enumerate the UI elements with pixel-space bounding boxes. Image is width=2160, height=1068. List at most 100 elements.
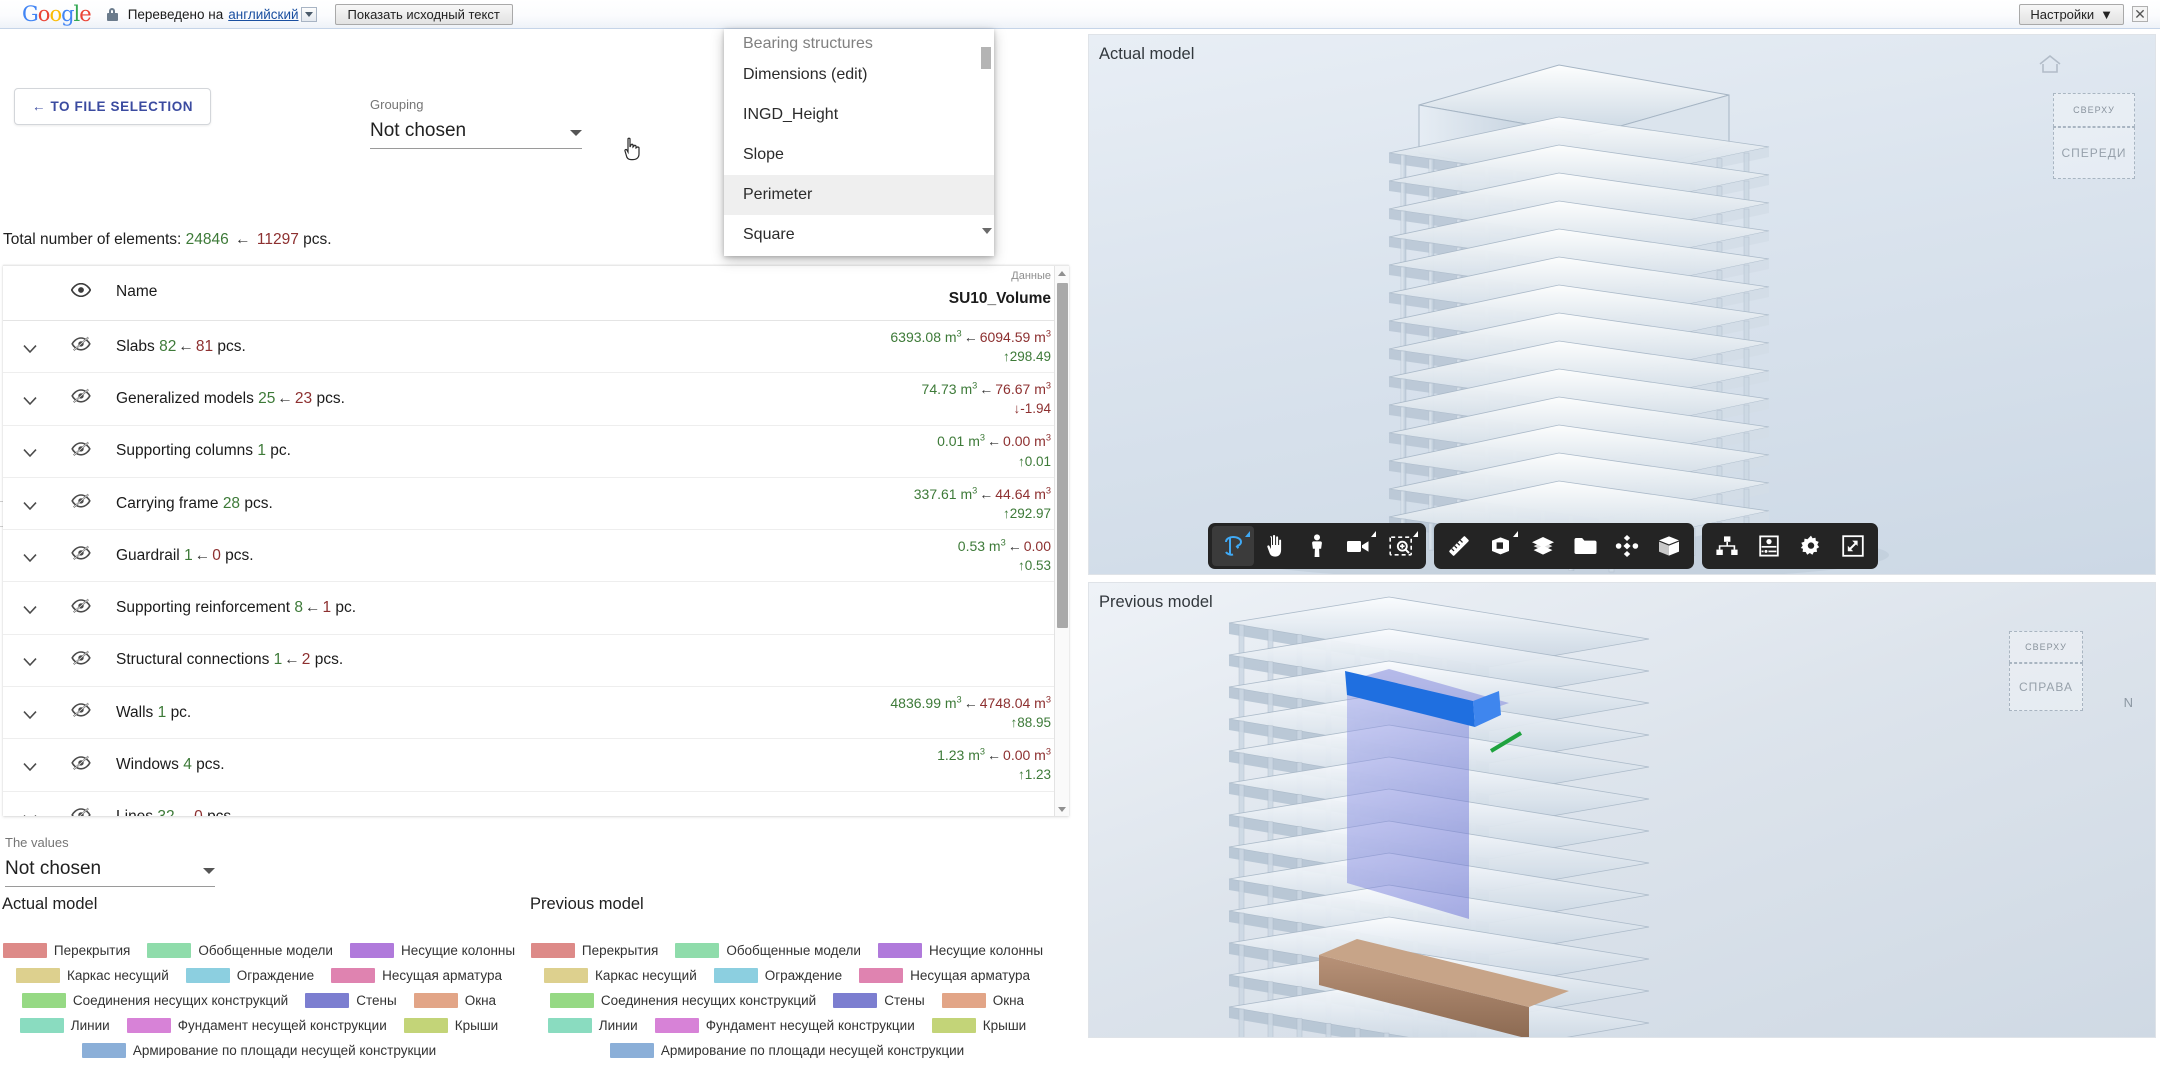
chevron-down-icon[interactable] <box>23 602 35 614</box>
dropdown-item-square[interactable]: Square <box>724 215 994 255</box>
table-row[interactable]: Lines 32←0 pcs. <box>3 792 1069 816</box>
view-cube-top-face-previous[interactable]: СВЕРХУ <box>2009 631 2083 663</box>
viewer-previous-model[interactable]: Previous model <box>1088 582 2156 1038</box>
scrollbar-thumb[interactable] <box>1057 283 1068 628</box>
row-name-cell: Carrying frame 28 pcs. <box>116 495 273 513</box>
home-icon[interactable] <box>2037 53 2063 75</box>
corner-flyout-icon[interactable] <box>1513 531 1518 537</box>
eye-hidden-icon[interactable] <box>71 702 91 723</box>
values-field[interactable]: Not chosen <box>5 858 215 887</box>
close-icon[interactable]: ✕ <box>2132 6 2148 22</box>
eye-hidden-icon[interactable] <box>71 388 91 409</box>
viewer-actual-model[interactable]: Actual model <box>1088 34 2156 575</box>
translate-settings-button[interactable]: Настройки ▼ <box>2019 4 2124 25</box>
row-count-unit: pcs. <box>196 756 224 773</box>
table-row[interactable]: Generalized models 25←23 pcs.74.73 m3←76… <box>3 373 1069 425</box>
dropdown-item-dimensions-edit[interactable]: Dimensions (edit) <box>724 55 994 95</box>
view-cube-top-face[interactable]: СВЕРХУ <box>2053 93 2135 127</box>
section-box-button[interactable] <box>1480 526 1522 566</box>
layers-button[interactable] <box>1522 526 1564 566</box>
hierarchy-button[interactable] <box>1706 526 1748 566</box>
table-row[interactable]: Structural connections 1←2 pcs. <box>3 635 1069 687</box>
folder-button[interactable] <box>1564 526 1606 566</box>
corner-flyout-icon[interactable] <box>1371 531 1376 537</box>
language-link[interactable]: английский <box>228 7 298 22</box>
values-select[interactable]: The values Not chosen <box>5 835 215 887</box>
grouping-field[interactable]: Not chosen <box>370 120 582 149</box>
dropdown-scroll-thumb[interactable] <box>981 47 991 69</box>
chevron-down-icon[interactable] <box>23 393 35 405</box>
measure-ruler-button[interactable] <box>1438 526 1480 566</box>
pan-hand-button[interactable] <box>1254 526 1296 566</box>
viewer-toolbar[interactable] <box>1208 523 1878 569</box>
show-original-button[interactable]: Показать исходный текст <box>335 4 513 25</box>
cube-button[interactable] <box>1648 526 1690 566</box>
chevron-down-icon[interactable] <box>23 498 35 510</box>
building-render-previous <box>1089 583 2156 1038</box>
row-label: Guardrail <box>116 547 180 564</box>
walk-person-button[interactable] <box>1296 526 1338 566</box>
legend-label: Линии <box>599 1018 638 1033</box>
row-value-previous: 0.00 <box>1024 538 1051 554</box>
row-count-previous: 0 <box>194 808 203 816</box>
chevron-down-icon[interactable] <box>23 654 35 666</box>
zoom-window-button[interactable] <box>1380 526 1422 566</box>
gear-button[interactable] <box>1790 526 1832 566</box>
table-scrollbar[interactable] <box>1054 266 1069 816</box>
chevron-down-icon[interactable] <box>23 550 35 562</box>
to-file-selection-button[interactable]: ← TO FILE SELECTION <box>14 88 211 125</box>
corner-flyout-icon[interactable] <box>1245 531 1250 537</box>
column-header-value[interactable]: SU10_Volume <box>949 290 1051 308</box>
scroll-down-icon[interactable] <box>1058 807 1066 812</box>
view-cube-actual[interactable]: СВЕРХУ СПЕРЕДИ <box>2053 93 2135 179</box>
table-row[interactable]: Guardrail 1←0 pcs.0.53 m3←0.00↑0.53 <box>3 530 1069 582</box>
properties-panel-button[interactable] <box>1748 526 1790 566</box>
language-dropdown-caret[interactable] <box>301 7 317 22</box>
chevron-down-icon[interactable] <box>23 707 35 719</box>
model-viewers: Actual model <box>1088 34 2156 1038</box>
orbit-button[interactable] <box>1212 526 1254 566</box>
view-cube-front-face[interactable]: СПЕРЕДИ <box>2053 127 2135 179</box>
chevron-down-icon[interactable] <box>23 759 35 771</box>
eye-hidden-icon[interactable] <box>71 650 91 671</box>
table-row[interactable]: Walls 1 pc.4836.99 m3←4748.04 m3↑88.95 <box>3 687 1069 739</box>
table-row[interactable]: Carrying frame 28 pcs.337.61 m3←44.64 m3… <box>3 478 1069 530</box>
eye-hidden-icon[interactable] <box>71 441 91 462</box>
table-row[interactable]: Supporting reinforcement 8←1 pc. <box>3 582 1069 634</box>
corner-flyout-icon[interactable] <box>1413 531 1418 537</box>
grouping-dropdown-menu[interactable]: Bearing structuresDimensions (edit)INGD_… <box>724 29 994 256</box>
eye-hidden-icon[interactable] <box>71 755 91 776</box>
chevron-down-icon[interactable] <box>23 341 35 353</box>
fullscreen-button[interactable] <box>1832 526 1874 566</box>
view-cube-previous[interactable]: СВЕРХУ СПРАВА <box>2009 631 2083 711</box>
row-name-cell: Windows 4 pcs. <box>116 756 225 774</box>
eye-hidden-icon[interactable] <box>71 598 91 619</box>
dropdown-item-slope[interactable]: Slope <box>724 135 994 175</box>
dropdown-scrollbar[interactable] <box>978 29 994 256</box>
eye-hidden-icon[interactable] <box>71 807 91 816</box>
dropdown-item-bearing-structures[interactable]: Bearing structures <box>724 29 994 55</box>
column-header-name[interactable]: Name <box>116 283 157 301</box>
eye-hidden-icon[interactable] <box>71 493 91 514</box>
chevron-down-icon[interactable] <box>982 228 992 234</box>
dropdown-item-perimeter[interactable]: Perimeter <box>724 175 994 215</box>
eye-visible-icon[interactable] <box>71 283 91 302</box>
table-row[interactable]: Slabs 82←81 pcs.6393.08 m3←6094.59 m3↑29… <box>3 321 1069 373</box>
table-row[interactable]: Windows 4 pcs.1.23 m3←0.00 m3↑1.23 <box>3 739 1069 791</box>
dropdown-item-ingd-height[interactable]: INGD_Height <box>724 95 994 135</box>
eye-hidden-icon[interactable] <box>71 336 91 357</box>
dropdown-item-label: Square <box>743 226 795 244</box>
eye-hidden-icon[interactable] <box>71 545 91 566</box>
legend-label: Ограждение <box>765 968 842 983</box>
google-translate-bar: Google Переведено на английский Показать… <box>0 0 2160 29</box>
nodes-button[interactable] <box>1606 526 1648 566</box>
legend-swatch <box>404 1018 448 1033</box>
viewer-title-actual: Actual model <box>1099 45 1194 64</box>
scroll-up-icon[interactable] <box>1058 271 1066 276</box>
camera-button[interactable] <box>1338 526 1380 566</box>
view-cube-front-face-previous[interactable]: СПРАВА <box>2009 663 2083 711</box>
chevron-down-icon[interactable] <box>23 445 35 457</box>
grouping-select[interactable]: Grouping Not chosen <box>370 97 582 149</box>
chevron-down-icon[interactable] <box>23 811 35 816</box>
table-row[interactable]: Supporting columns 1 pc.0.01 m3←0.00 m3↑… <box>3 426 1069 478</box>
